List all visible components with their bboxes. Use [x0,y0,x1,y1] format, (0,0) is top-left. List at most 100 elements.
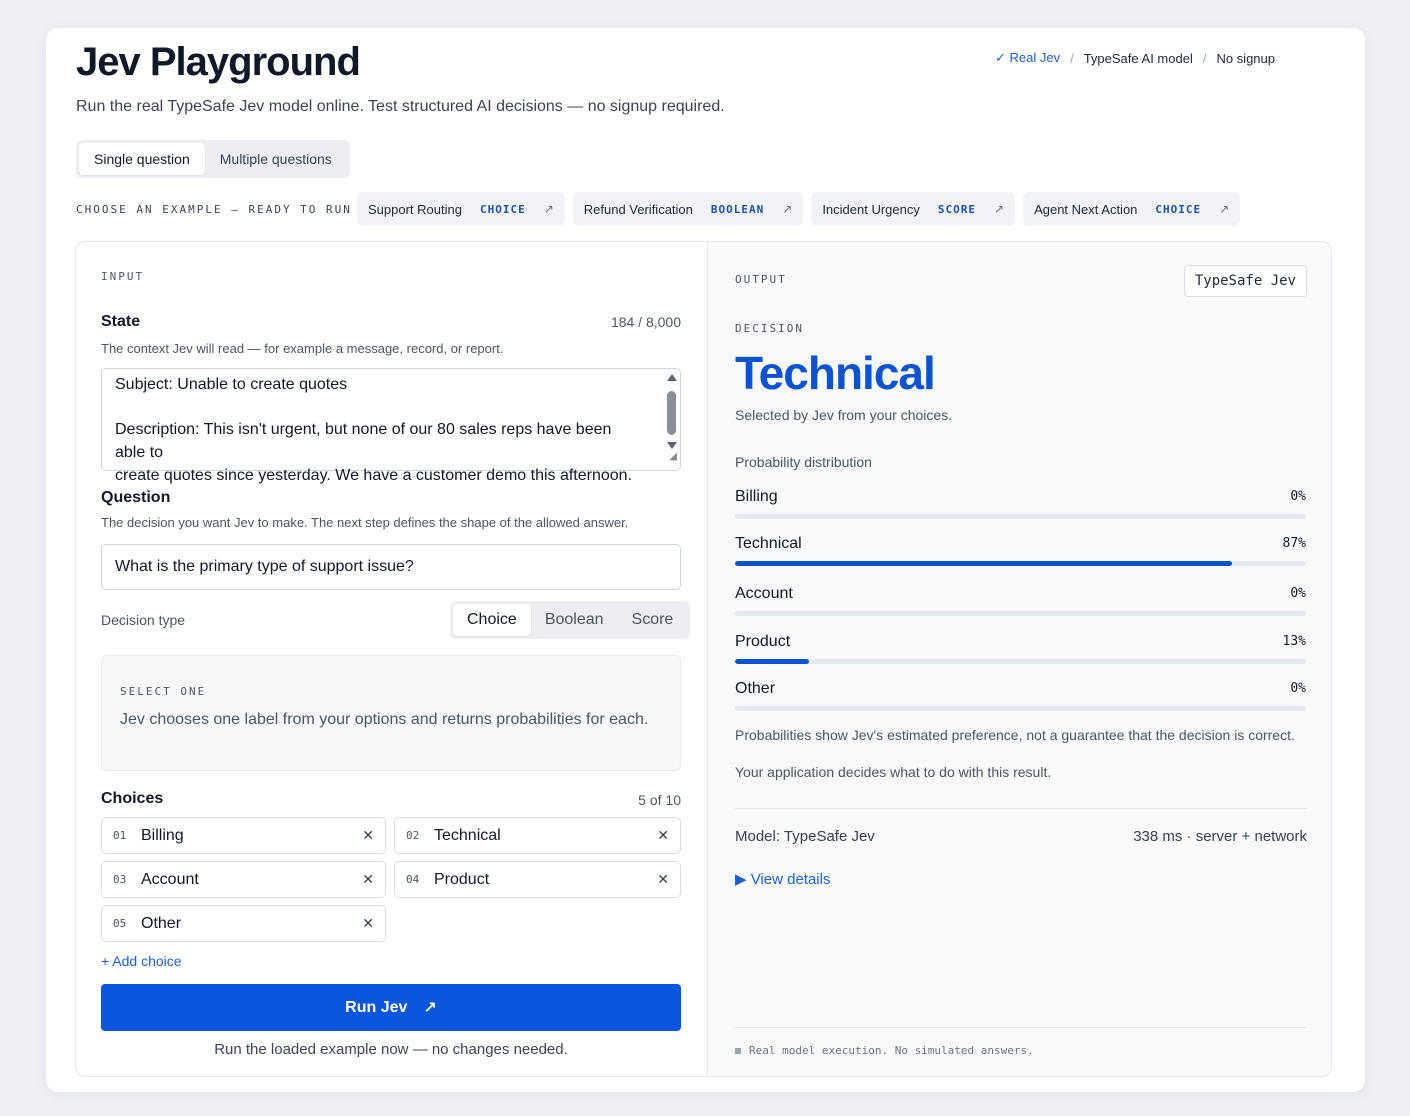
probability-track [735,659,1306,664]
decision-label: DECISION [735,322,804,335]
distribution-title: Probability distribution [735,454,872,470]
decision-type-label: Decision type [101,612,186,628]
page-title: Jev Playground [76,40,361,84]
question-help: The decision you want Jev to make. The n… [101,515,629,530]
probability-percent: 87% [1282,536,1306,551]
choice-label[interactable]: Product [434,871,657,889]
choice-item[interactable]: 04 Product ✕ [394,861,681,898]
output-panel: OUTPUT TypeSafe Jev DECISION Technical S… [707,242,1331,1076]
example-name: Agent Next Action [1034,201,1138,217]
choice-item[interactable]: 03 Account ✕ [101,861,386,898]
divider [735,808,1306,809]
example-agent-next-action[interactable]: Agent Next Action CHOICE ↗ [1023,192,1241,226]
resize-handle-icon[interactable]: ◢ [669,445,677,468]
choices-title: Choices [101,790,164,807]
example-support-routing[interactable]: Support Routing CHOICE ↗ [357,192,565,226]
breadcrumb-model: TypeSafe AI model [1083,50,1193,66]
decision-value: Technical [735,347,936,399]
breadcrumb-real-jev[interactable]: ✓ Real Jev [995,50,1060,66]
input-section-label: INPUT [101,270,145,283]
output-section-label: OUTPUT [735,273,787,286]
remove-choice-icon[interactable]: ✕ [657,871,669,888]
remove-choice-icon[interactable]: ✕ [362,871,374,888]
remove-choice-icon[interactable]: ✕ [362,827,374,844]
choice-label[interactable]: Account [141,871,362,889]
divider [735,1027,1306,1028]
example-incident-urgency[interactable]: Incident Urgency SCORE ↗ [811,192,1016,226]
decision-type-boolean[interactable]: Boolean [531,604,618,636]
choice-number: 01 [113,829,127,842]
select-one-label: SELECT ONE [120,685,207,698]
model-name: Model: TypeSafe Jev [735,828,875,845]
view-details-toggle[interactable]: ▶ View details [735,870,830,888]
probability-label: Billing [735,488,778,505]
decision-type-tabs: Choice Boolean Score [450,601,691,639]
decision-note: Selected by Jev from your choices. [735,407,953,423]
choice-item[interactable]: 01 Billing ✕ [101,817,386,854]
state-char-counter: 184 / 8,000 [610,314,681,330]
probability-disclaimer: Probabilities show Jev's estimated prefe… [735,727,1295,743]
decision-type-choice[interactable]: Choice [453,604,531,636]
input-panel: INPUT State 184 / 8,000 The context Jev … [76,242,707,1076]
remove-choice-icon[interactable]: ✕ [657,827,669,844]
tab-single-question[interactable]: Single question [79,143,205,175]
example-refund-verification[interactable]: Refund Verification BOOLEAN ↗ [572,192,804,226]
latency: 338 ms · server + network [1133,828,1307,845]
breadcrumb-separator: / [1202,50,1207,66]
probability-percent: 13% [1282,634,1306,649]
probability-row: Other 0% [735,680,1306,716]
arrow-up-right-icon: ↗ [543,202,554,216]
probability-track [735,706,1306,711]
probability-label: Other [735,680,776,697]
choice-label[interactable]: Billing [141,827,362,845]
example-type-tag: SCORE [937,202,976,216]
state-help: The context Jev will read — for example … [101,341,504,356]
choice-number: 04 [406,873,420,886]
footer-text: Real model execution. No simulated answe… [749,1044,1034,1057]
probability-track [735,514,1306,519]
example-name: Support Routing [368,201,462,217]
probability-label: Account [735,585,793,602]
choice-label[interactable]: Technical [434,827,657,845]
probability-row: Product 13% [735,633,1306,669]
examples-label: CHOOSE AN EXAMPLE — READY TO RUN [76,203,352,216]
choice-number: 05 [113,917,127,930]
probability-percent: 0% [1290,489,1306,504]
run-jev-button[interactable]: Run Jev ↗ [101,984,681,1031]
scroll-up-arrow-icon[interactable] [667,374,677,381]
choice-label[interactable]: Other [141,915,362,933]
probability-row: Billing 0% [735,488,1306,524]
state-line [115,396,644,418]
add-choice-link[interactable]: + Add choice [101,953,182,969]
example-name: Refund Verification [583,201,693,217]
state-line: create quotes since yesterday. We have a… [115,467,633,484]
example-name: Incident Urgency [822,201,920,217]
choice-item[interactable]: 02 Technical ✕ [394,817,681,854]
select-one-info: SELECT ONE Jev chooses one label from yo… [101,655,681,771]
probability-percent: 0% [1290,586,1306,601]
state-line: Subject: Unable to create quotes [115,376,348,393]
choice-item[interactable]: 05 Other ✕ [101,905,386,942]
example-type-tag: BOOLEAN [710,202,765,216]
choice-number: 02 [406,829,420,842]
state-textarea[interactable]: Subject: Unable to create quotes Descrip… [101,368,681,484]
example-type-tag: CHOICE [479,202,526,216]
playground-panel: INPUT State 184 / 8,000 The context Jev … [75,241,1332,1077]
question-input[interactable]: What is the primary type of support issu… [101,544,681,590]
probability-percent: 0% [1290,681,1306,696]
breadcrumb-no-signup: No signup [1216,50,1275,66]
probability-label: Technical [735,535,802,552]
arrow-up-right-icon: ↗ [994,202,1005,216]
model-badge: TypeSafe Jev [1183,265,1307,297]
mode-tabs: Single question Multiple questions [76,140,350,178]
probability-fill [735,561,1232,566]
scrollbar-thumb[interactable] [667,391,676,435]
probability-label: Product [735,633,791,650]
probability-fill [735,659,810,664]
choice-number: 03 [113,873,127,886]
probability-row: Account 0% [735,585,1306,621]
tab-multiple-questions[interactable]: Multiple questions [205,143,347,175]
decision-type-score[interactable]: Score [618,604,688,636]
arrow-up-right-icon: ↗ [423,999,437,1017]
remove-choice-icon[interactable]: ✕ [362,915,374,932]
